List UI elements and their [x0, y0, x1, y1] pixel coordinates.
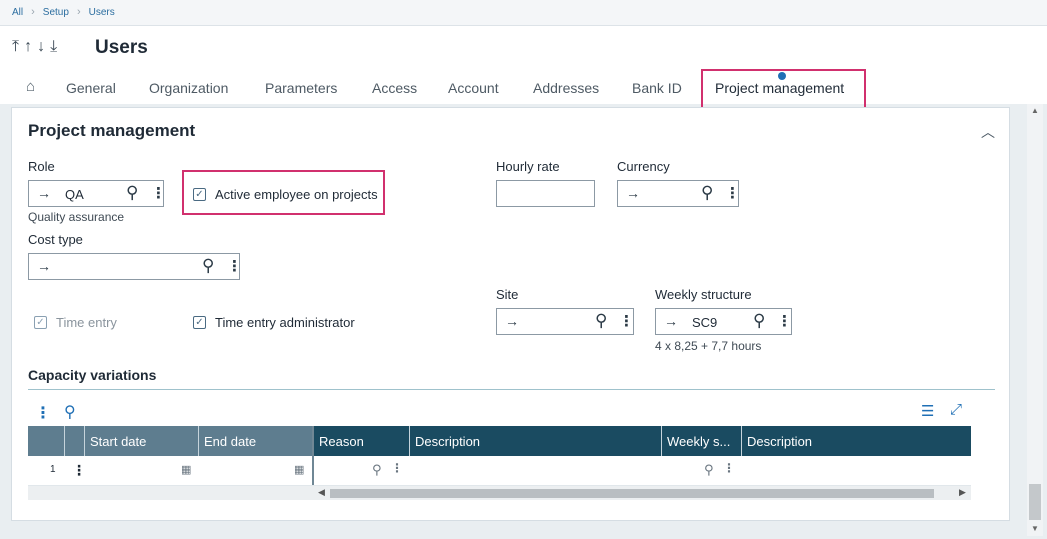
cost-type-field[interactable]: → ⚲ ⋮ [28, 253, 242, 280]
weekly-structure-description: 4 x 8,25 + 7,7 hours [655, 339, 762, 353]
first-record-icon[interactable]: ⤒ [12, 38, 19, 56]
tab-bank-id[interactable]: Bank ID [632, 80, 682, 96]
calendar-icon[interactable]: ▦ [181, 463, 191, 476]
checkbox-checked-icon[interactable]: ✓ [193, 316, 206, 329]
search-icon[interactable]: ⚲ [126, 183, 138, 203]
chevron-right-icon: › [31, 6, 35, 18]
home-icon[interactable]: ⌂ [26, 78, 35, 95]
arrow-right-icon[interactable]: → [37, 185, 51, 201]
search-icon[interactable]: ⚲ [701, 183, 713, 203]
table-row[interactable] [28, 456, 971, 486]
breadcrumb-users[interactable]: Users [89, 7, 115, 18]
weekly-structure-label: Weekly structure [655, 287, 752, 302]
search-icon[interactable]: ⚲ [202, 256, 214, 276]
row-number: 1 [50, 464, 56, 475]
divider [28, 389, 995, 390]
hourly-rate-label: Hourly rate [496, 159, 560, 174]
grid-header-description-2[interactable]: Description [742, 426, 971, 456]
breadcrumb: All › Setup › Users [12, 6, 115, 18]
weekly-structure-field[interactable]: → SC9 ⚲ ⋮ [655, 308, 792, 335]
scroll-down-icon[interactable]: ▼ [1031, 524, 1039, 533]
capacity-grid: Start date End date Reason Description W… [28, 426, 971, 502]
previous-record-icon[interactable]: ↑ [24, 38, 32, 56]
calendar-icon[interactable]: ▦ [294, 463, 304, 476]
more-vertical-icon[interactable]: ⋮ [619, 312, 634, 330]
top-bar: All › Setup › Users [0, 0, 1047, 26]
vertical-scrollbar[interactable]: ▲ ▼ [1027, 104, 1043, 536]
cost-type-label: Cost type [28, 232, 83, 247]
role-field[interactable]: → QA ⚲ ⋮ [28, 180, 166, 207]
checkbox-highlight-box [182, 170, 385, 215]
more-vertical-icon[interactable]: ⋮ [723, 461, 735, 475]
more-vertical-icon[interactable]: ⋮ [391, 461, 403, 475]
breadcrumb-all[interactable]: All [12, 7, 23, 18]
capacity-title: Capacity variations [28, 367, 157, 383]
grid-header-start-date[interactable]: Start date [85, 426, 199, 456]
grid-header-weekly-structure[interactable]: Weekly s... [662, 426, 742, 456]
scroll-up-icon[interactable]: ▲ [1031, 106, 1039, 115]
project-management-section: Project management ︿ Role → QA ⚲ ⋮ Quali… [11, 107, 1010, 521]
last-record-icon[interactable]: ⤓ [50, 38, 57, 56]
search-icon[interactable]: ⚲ [704, 462, 714, 478]
hourly-rate-input[interactable] [496, 180, 595, 207]
more-vertical-icon[interactable]: ⋮ [35, 403, 51, 423]
tab-access[interactable]: Access [372, 80, 417, 96]
grid-header-rownum [28, 426, 65, 456]
row-actions-icon[interactable]: ⋮ [72, 462, 86, 479]
search-icon[interactable]: ⚲ [64, 402, 76, 422]
grid-header-end-date[interactable]: End date [199, 426, 313, 456]
arrow-right-icon[interactable]: → [626, 185, 640, 201]
page-title: Users [95, 37, 148, 58]
scroll-right-icon[interactable]: ▶ [959, 487, 966, 498]
checkbox-checked-icon[interactable]: ✓ [34, 316, 47, 329]
breadcrumb-setup[interactable]: Setup [43, 7, 69, 18]
more-vertical-icon[interactable]: ⋮ [151, 184, 166, 202]
layers-icon[interactable]: ☰ [921, 402, 934, 420]
expand-icon[interactable]: ⤢ [950, 401, 962, 418]
tab-parameters[interactable]: Parameters [265, 80, 337, 96]
record-navigation: ⤒ ↑ ↓ ⤓ [12, 38, 57, 56]
arrow-right-icon[interactable]: → [664, 313, 678, 329]
search-icon[interactable]: ⚲ [372, 462, 382, 478]
weekly-structure-value: SC9 [692, 315, 718, 330]
time-entry-admin-label: Time entry administrator [215, 315, 355, 330]
section-title: Project management [28, 121, 196, 140]
page-header: ⤒ ↑ ↓ ⤓ Users ⌂ General Organization Par… [0, 26, 1047, 104]
search-icon[interactable]: ⚲ [595, 311, 607, 331]
time-entry-label: Time entry [56, 315, 117, 330]
scrollbar-thumb[interactable] [1029, 484, 1041, 520]
arrow-right-icon[interactable]: → [505, 313, 519, 329]
tab-addresses[interactable]: Addresses [533, 80, 599, 96]
tab-general[interactable]: General [66, 80, 116, 96]
more-vertical-icon[interactable]: ⋮ [725, 184, 740, 202]
horizontal-scrollbar[interactable]: ◀ ▶ [314, 486, 971, 500]
chevron-up-icon[interactable]: ︿ [981, 122, 995, 142]
scrollbar-thumb[interactable] [330, 489, 934, 498]
role-description: Quality assurance [28, 210, 125, 224]
arrow-right-icon[interactable]: → [37, 258, 51, 274]
more-vertical-icon[interactable]: ⋮ [777, 312, 792, 330]
scroll-left-icon[interactable]: ◀ [318, 487, 325, 498]
role-label: Role [28, 159, 55, 174]
currency-field[interactable]: → ⚲ ⋮ [617, 180, 740, 207]
site-label: Site [496, 287, 519, 302]
grid-footer [28, 486, 314, 500]
currency-label: Currency [617, 159, 670, 174]
tab-account[interactable]: Account [448, 80, 499, 96]
time-entry-checkbox[interactable]: ✓ Time entry [34, 315, 117, 330]
next-record-icon[interactable]: ↓ [37, 38, 45, 56]
tab-organization[interactable]: Organization [149, 80, 228, 96]
grid-header-description[interactable]: Description [410, 426, 662, 456]
search-icon[interactable]: ⚲ [753, 311, 765, 331]
more-vertical-icon[interactable]: ⋮ [227, 257, 242, 275]
grid-header-actions [65, 426, 85, 456]
time-entry-admin-checkbox[interactable]: ✓ Time entry administrator [193, 315, 355, 330]
role-value: QA [65, 187, 84, 202]
chevron-right-icon: › [76, 6, 81, 18]
grid-header-reason[interactable]: Reason [314, 426, 410, 456]
tab-bar: ⌂ General Organization Parameters Access… [0, 76, 1047, 104]
site-field[interactable]: → ⚲ ⋮ [496, 308, 634, 335]
